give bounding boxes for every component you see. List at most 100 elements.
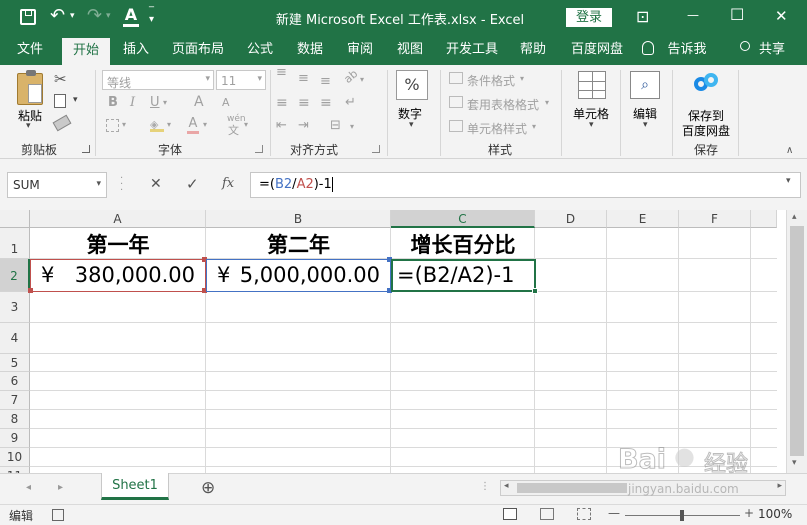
alignment-launcher-icon[interactable] <box>372 145 380 153</box>
editing-dropdown-icon[interactable]: ▾ <box>643 120 648 130</box>
cut-icon[interactable]: ✂ <box>54 70 67 88</box>
undo-dropdown-icon[interactable]: ▾ <box>70 11 75 21</box>
save-icon[interactable] <box>20 9 36 25</box>
row-header-1[interactable]: 1 <box>0 228 30 259</box>
number-format-icon[interactable]: % <box>396 70 428 100</box>
cells-icon[interactable] <box>578 71 606 99</box>
tab-formulas[interactable]: 公式 <box>240 35 280 65</box>
login-button[interactable]: 登录 <box>566 8 612 27</box>
zoom-slider-thumb[interactable] <box>680 510 684 521</box>
prev-sheet-arrow[interactable]: ◂ <box>26 482 31 493</box>
page-break-view-icon[interactable] <box>577 508 591 520</box>
tab-review[interactable]: 审阅 <box>340 35 380 65</box>
horizontal-scrollbar[interactable]: ◂ ▸ <box>500 480 786 496</box>
scroll-right-arrow[interactable]: ▸ <box>777 481 782 491</box>
row-header-7[interactable]: 7 <box>0 391 30 410</box>
cell-c1[interactable]: 增长百分比 <box>391 228 535 259</box>
tab-baidu-netdisk[interactable]: 百度网盘 <box>564 35 630 65</box>
paste-icon[interactable] <box>17 70 43 105</box>
cell-b1[interactable]: 第二年 <box>206 228 391 259</box>
cell-c2-active[interactable]: =(B2/A2)-1 <box>391 259 536 292</box>
phonetic-dropdown-icon: ▾ <box>244 120 249 129</box>
worksheet-grid[interactable]: A B C D E F 1 2 3 4 5 6 7 8 9 10 11 第一年 … <box>0 210 807 473</box>
column-header-g[interactable] <box>751 210 777 228</box>
zoom-in-button[interactable]: + <box>744 506 754 520</box>
ribbon-display-options-icon[interactable]: ⊡ <box>636 7 649 26</box>
cell-b2[interactable]: ¥ 5,000,000.00 <box>206 259 391 292</box>
zoom-out-button[interactable]: — <box>608 506 620 520</box>
row-header-4[interactable]: 4 <box>0 323 30 354</box>
copy-dropdown-icon[interactable]: ▾ <box>73 95 78 105</box>
tab-help[interactable]: 帮助 <box>513 35 553 65</box>
customize-qat-icon[interactable]: ‾ ▾ <box>149 7 154 25</box>
zoom-slider[interactable] <box>625 510 740 521</box>
horizontal-scroll-thumb[interactable] <box>517 483 627 493</box>
tab-share[interactable]: 共享 <box>752 35 792 65</box>
close-button[interactable]: ✕ <box>775 7 788 25</box>
macro-record-icon[interactable] <box>52 509 64 521</box>
restore-button[interactable]: ☐ <box>730 5 744 24</box>
expand-formula-bar-icon[interactable]: ▾ <box>786 176 791 186</box>
column-header-c[interactable]: C <box>391 210 535 228</box>
row-header-9[interactable]: 9 <box>0 429 30 448</box>
vertical-scroll-thumb[interactable] <box>790 226 804 456</box>
zoom-level[interactable]: 100% <box>758 507 792 521</box>
insert-function-icon[interactable]: fx <box>222 176 234 191</box>
column-header-f[interactable]: F <box>679 210 751 228</box>
row-header-2[interactable]: 2 <box>0 259 30 292</box>
row-header-5[interactable]: 5 <box>0 354 30 372</box>
font-color-qat-icon[interactable]: A <box>123 5 139 27</box>
share-person-icon[interactable] <box>740 41 750 51</box>
tab-view[interactable]: 视图 <box>390 35 430 65</box>
formula-input[interactable]: =(B2/A2)-1 <box>250 172 801 198</box>
row-header-8[interactable]: 8 <box>0 410 30 429</box>
fill-handle[interactable] <box>532 288 538 294</box>
tab-developer[interactable]: 开发工具 <box>440 35 504 65</box>
tab-page-layout[interactable]: 页面布局 <box>165 35 231 65</box>
name-box-dropdown-icon[interactable]: ▾ <box>96 179 101 189</box>
row-header-6[interactable]: 6 <box>0 372 30 391</box>
column-header-d[interactable]: D <box>535 210 607 228</box>
tab-insert[interactable]: 插入 <box>115 35 157 65</box>
cell-a2[interactable]: ¥ 380,000.00 <box>30 259 206 292</box>
scroll-up-arrow[interactable]: ▴ <box>792 212 797 222</box>
new-sheet-button[interactable]: ⊕ <box>201 478 215 498</box>
clipboard-launcher-icon[interactable] <box>82 145 90 153</box>
tab-tell-me[interactable]: 告诉我 <box>662 35 712 65</box>
tab-split-grip-icon[interactable]: ⋮ <box>480 481 490 492</box>
column-header-b[interactable]: B <box>206 210 391 228</box>
sheet-tab-sheet1[interactable]: Sheet1 <box>101 473 169 500</box>
column-header-a[interactable]: A <box>30 210 206 228</box>
editing-search-icon[interactable]: ⌕ <box>630 71 660 99</box>
cell-a1[interactable]: 第一年 <box>30 228 206 259</box>
cells-dropdown-icon[interactable]: ▾ <box>589 120 594 130</box>
row-header-10[interactable]: 10 <box>0 448 30 467</box>
column-header-e[interactable]: E <box>607 210 679 228</box>
tab-data[interactable]: 数据 <box>290 35 330 65</box>
scroll-down-arrow[interactable]: ▾ <box>792 458 797 468</box>
collapse-ribbon-icon[interactable]: ∧ <box>786 145 793 156</box>
undo-icon[interactable]: ↶ <box>50 5 65 26</box>
baidu-netdisk-icon[interactable] <box>694 73 720 95</box>
copy-icon[interactable] <box>54 94 66 108</box>
number-dropdown-icon[interactable]: ▾ <box>409 120 414 130</box>
font-name-value: 等线 <box>107 76 132 90</box>
normal-view-icon[interactable] <box>503 508 517 520</box>
tab-file[interactable]: 文件 <box>8 35 52 65</box>
paste-dropdown-icon[interactable]: ▾ <box>26 121 31 131</box>
cancel-entry-icon[interactable]: ✕ <box>150 176 162 192</box>
format-painter-icon[interactable] <box>52 114 72 132</box>
minimize-button[interactable]: — <box>687 8 699 22</box>
next-sheet-arrow[interactable]: ▸ <box>58 482 63 493</box>
page-layout-view-icon[interactable] <box>540 508 554 520</box>
name-box[interactable]: SUM ▾ <box>7 172 107 198</box>
tab-home[interactable]: 开始 <box>62 38 110 65</box>
select-all-corner[interactable] <box>0 210 30 228</box>
row-header-3[interactable]: 3 <box>0 292 30 323</box>
font-launcher-icon[interactable] <box>255 145 263 153</box>
confirm-entry-icon[interactable]: ✓ <box>186 175 199 193</box>
scroll-left-arrow[interactable]: ◂ <box>504 481 509 491</box>
save-baidu-line2[interactable]: 百度网盘 <box>682 122 730 139</box>
vertical-scrollbar[interactable]: ▴ ▾ <box>786 210 807 473</box>
a2-reference-handle-left[interactable] <box>28 288 33 293</box>
